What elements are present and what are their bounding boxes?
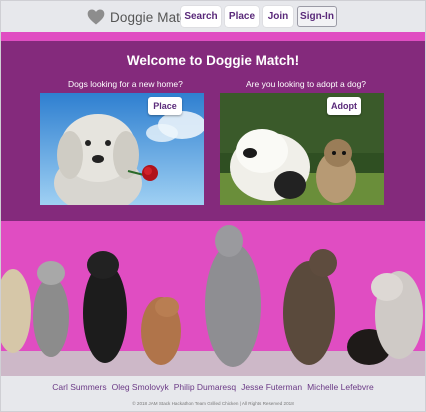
adopt-button[interactable]: Adopt [327, 97, 361, 115]
place-card[interactable]: Place [40, 93, 204, 205]
hero-panel: Welcome to Doggie Match! Dogs looking fo… [1, 41, 425, 221]
adopt-card[interactable]: Adopt [220, 93, 384, 205]
adopt-caption: Are you looking to adopt a dog? [246, 79, 367, 89]
team-member[interactable]: Jesse Futerman [241, 382, 302, 392]
brand[interactable]: Doggie Match [86, 7, 195, 27]
team-member[interactable]: Carl Summers [52, 382, 106, 392]
top-nav-bar: Doggie Match Search Place Join Sign-In [1, 1, 425, 32]
welcome-title: Welcome to Doggie Match! [126, 53, 300, 68]
sign-in-button[interactable]: Sign-In [297, 6, 337, 27]
team-member[interactable]: Philip Dumaresq [174, 382, 236, 392]
footer: Carl Summers Oleg Smolovyk Philip Dumare… [1, 376, 425, 411]
heart-icon [87, 9, 105, 25]
place-nav-button[interactable]: Place [225, 6, 259, 27]
search-button[interactable]: Search [181, 6, 221, 27]
place-button[interactable]: Place [148, 97, 182, 115]
place-caption: Dogs looking for a new home? [68, 79, 183, 89]
dogs-group-photo [1, 221, 425, 376]
copyright-text: © 2018 JAM Stack Hackathon Team Grilled … [132, 401, 294, 406]
team-member[interactable]: Oleg Smolovyk [112, 382, 169, 392]
team-member[interactable]: Michelle Lefebvre [307, 382, 374, 392]
join-button[interactable]: Join [263, 6, 293, 27]
team-names: Carl Summers Oleg Smolovyk Philip Dumare… [1, 382, 425, 392]
